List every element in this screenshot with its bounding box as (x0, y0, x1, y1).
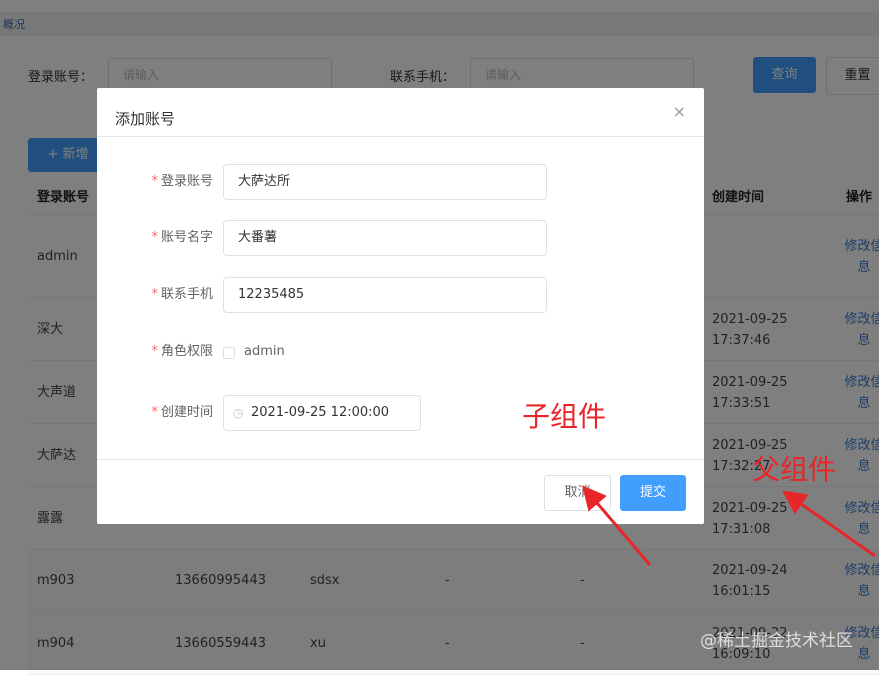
annotation-arrows (582, 485, 876, 566)
watermark: @稀土掘金技术社区 (700, 631, 853, 651)
arrow-to-parent (782, 490, 876, 558)
arrow-to-child (582, 485, 652, 566)
